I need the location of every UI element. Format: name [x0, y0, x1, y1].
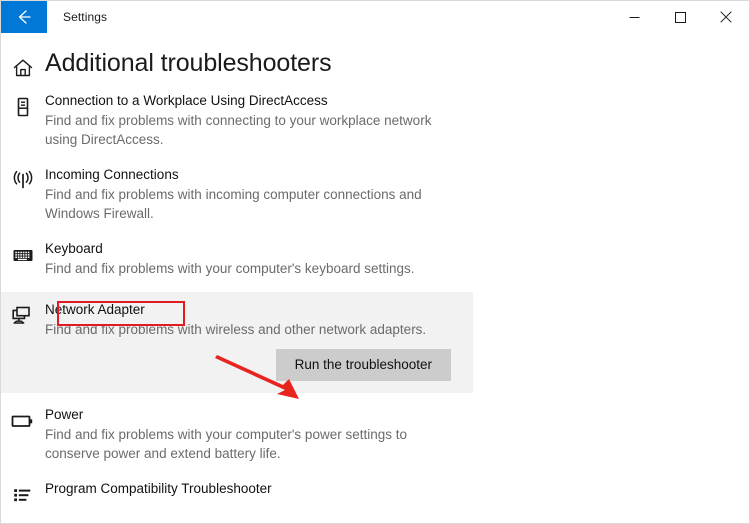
troubleshooter-name: Program Compatibility Troubleshooter: [45, 481, 272, 496]
troubleshooter-description: Find and fix problems with your computer…: [45, 261, 415, 276]
battery-icon: [1, 405, 45, 432]
list-item[interactable]: Program Compatibility Troubleshooter: [1, 469, 749, 512]
list-item[interactable]: Keyboard Find and fix problems with your…: [1, 229, 749, 284]
list-item[interactable]: Power Find and fix problems with your co…: [1, 393, 749, 469]
maximize-icon: [674, 11, 686, 23]
network-adapter-icon: [1, 300, 45, 329]
troubleshooter-name: Network Adapter: [45, 302, 145, 317]
back-button[interactable]: [1, 1, 47, 33]
troubleshooter-description: Find and fix problems with wireless and …: [45, 322, 427, 337]
troubleshooter-name: Keyboard: [45, 241, 103, 256]
list-item[interactable]: Connection to a Workplace Using DirectAc…: [1, 85, 749, 155]
back-arrow-icon: [14, 7, 34, 27]
list-item-network-adapter[interactable]: Network Adapter Find and fix problems wi…: [1, 292, 473, 393]
troubleshooter-name: Connection to a Workplace Using DirectAc…: [45, 93, 328, 108]
list-icon: [1, 479, 45, 506]
settings-window: Settings Additional troubleshooters Conn…: [0, 0, 750, 524]
home-icon[interactable]: [1, 47, 45, 79]
keyboard-icon: [1, 239, 45, 266]
minimize-icon: [629, 12, 640, 23]
troubleshooter-name: Power: [45, 407, 84, 422]
troubleshooter-list: Connection to a Workplace Using DirectAc…: [1, 85, 749, 512]
troubleshooter-description: Find and fix problems with connecting to…: [45, 113, 432, 147]
list-item[interactable]: Incoming Connections Find and fix proble…: [1, 155, 749, 229]
broadcast-antenna-icon: [1, 165, 45, 192]
window-controls: [611, 1, 749, 33]
maximize-button[interactable]: [657, 1, 703, 33]
run-the-troubleshooter-button[interactable]: Run the troubleshooter: [275, 349, 451, 381]
close-button[interactable]: [703, 1, 749, 33]
mobile-device-icon: [1, 91, 45, 118]
window-title: Settings: [63, 10, 108, 24]
page-content: Additional troubleshooters Connection to…: [1, 33, 749, 523]
troubleshooter-description: Find and fix problems with incoming comp…: [45, 187, 422, 221]
troubleshooter-name: Incoming Connections: [45, 167, 179, 182]
page-title: Additional troubleshooters: [45, 49, 332, 77]
troubleshooter-description: Find and fix problems with your computer…: [45, 427, 407, 461]
title-bar: Settings: [1, 1, 749, 33]
minimize-button[interactable]: [611, 1, 657, 33]
close-icon: [720, 11, 732, 23]
page-header: Additional troubleshooters: [1, 33, 749, 85]
